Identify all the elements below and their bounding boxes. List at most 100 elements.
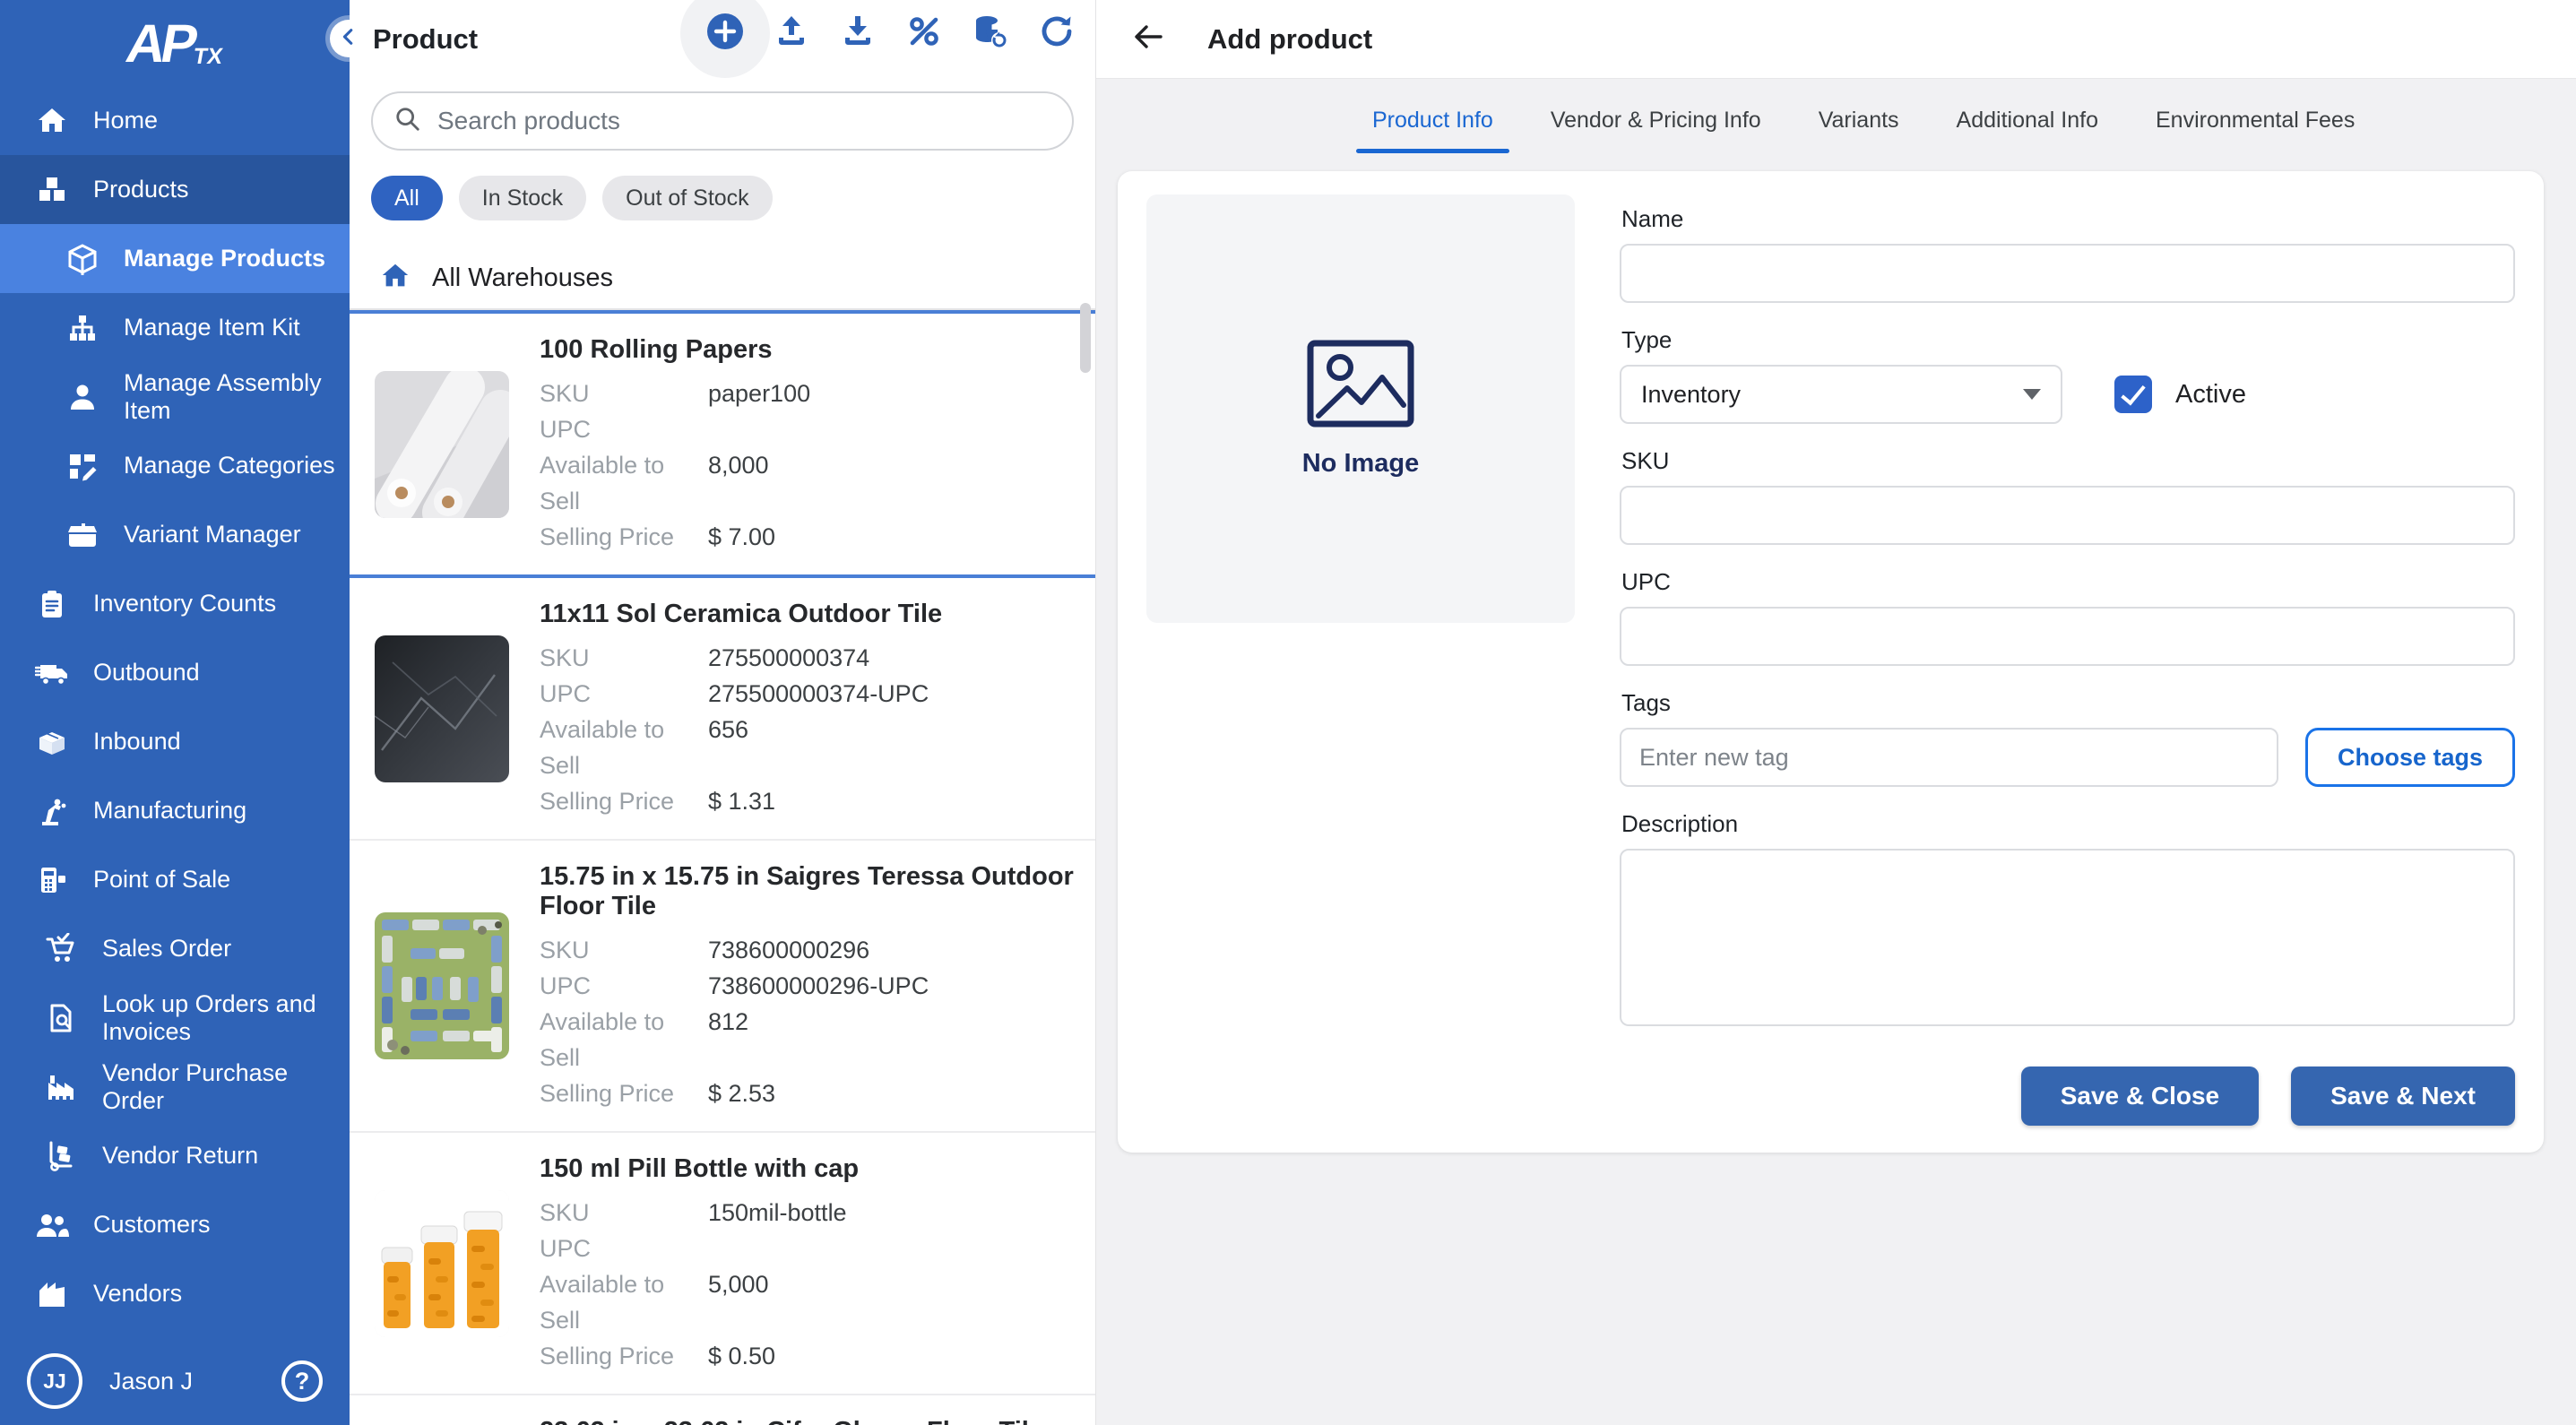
sidebar-collapse-button[interactable] (330, 20, 367, 57)
person-icon (65, 380, 100, 414)
product-card[interactable]: 23.62 in x 23.62 in Cifre Glossy Floor T… (350, 1395, 1095, 1425)
product-card[interactable]: 100 Rolling Papers SKUpaper100 UPC Avail… (350, 310, 1095, 578)
refresh-button[interactable] (1038, 14, 1076, 52)
sidebar-item-manage-assembly-item[interactable]: Manage Assembly Item (0, 362, 350, 431)
sidebar-item-label: Sales Order (102, 935, 244, 962)
sidebar: AP TX Home Products Manage Products Mana… (0, 0, 350, 1425)
sidebar-nav: Home Products Manage Products Manage Ite… (0, 86, 350, 1337)
sidebar-item-sales-order[interactable]: Sales Order (0, 914, 350, 983)
tab-additional-info[interactable]: Additional Info (1955, 100, 2100, 153)
sidebar-item-variant-manager[interactable]: Variant Manager (0, 500, 350, 569)
product-image-placeholder[interactable]: No Image (1146, 194, 1575, 623)
detail-header: Add product (1096, 0, 2576, 79)
available-value: 5,000 (708, 1266, 769, 1338)
list-scrollbar[interactable] (1080, 303, 1091, 373)
stock-filters: All In Stock Out of Stock (371, 176, 1074, 220)
choose-tags-button[interactable]: Choose tags (2305, 728, 2515, 787)
document-search-icon (43, 1001, 79, 1035)
avatar[interactable]: JJ (27, 1353, 82, 1409)
tab-product-info[interactable]: Product Info (1370, 100, 1495, 153)
detail-tabs: Product Info Vendor & Pricing Info Varia… (1370, 100, 2576, 153)
sidebar-item-vendor-purchase-order[interactable]: Vendor Purchase Order (0, 1052, 350, 1121)
sidebar-item-vendors[interactable]: Vendors (0, 1259, 350, 1328)
factory-icon (43, 1070, 79, 1104)
sidebar-item-inbound[interactable]: Inbound (0, 707, 350, 776)
sidebar-item-manage-products[interactable]: Manage Products (0, 224, 350, 293)
upc-label: UPC (540, 411, 708, 447)
sidebar-item-vendor-return[interactable]: Vendor Return (0, 1121, 350, 1190)
sidebar-item-label: Outbound (93, 659, 212, 686)
product-name: 15.75 in x 15.75 in Saigres Teressa Outd… (540, 862, 1077, 921)
no-image-label: No Image (1302, 449, 1420, 479)
sidebar-item-label: Home (93, 107, 170, 134)
product-card[interactable]: 15.75 in x 15.75 in Saigres Teressa Outd… (350, 841, 1095, 1133)
description-field[interactable] (1620, 849, 2515, 1026)
clipboard-icon (34, 587, 70, 621)
sidebar-item-products[interactable]: Products (0, 155, 350, 224)
sidebar-item-label: Look up Orders and Invoices (102, 990, 350, 1044)
available-value: 812 (708, 1004, 748, 1075)
app-logo: AP TX (0, 0, 350, 86)
home-icon (380, 261, 411, 296)
sidebar-item-manufacturing[interactable]: Manufacturing (0, 776, 350, 845)
sidebar-item-inventory-counts[interactable]: Inventory Counts (0, 569, 350, 638)
warehouse-icon (34, 1277, 70, 1311)
product-thumbnail (375, 1190, 509, 1337)
price-value: $ 2.53 (708, 1075, 775, 1111)
sync-database-button[interactable] (972, 14, 1009, 52)
sidebar-item-manage-item-kit[interactable]: Manage Item Kit (0, 293, 350, 362)
cart-check-icon (43, 932, 79, 966)
chevron-left-icon (339, 27, 359, 51)
tags-label: Tags (1621, 689, 2515, 717)
filter-in-stock[interactable]: In Stock (459, 176, 586, 220)
name-field[interactable] (1620, 244, 2515, 303)
save-next-button[interactable]: Save & Next (2291, 1067, 2515, 1126)
product-name: 23.62 in x 23.62 in Cifre Glossy Floor T… (540, 1417, 1043, 1425)
active-checkbox[interactable] (2114, 376, 2152, 413)
save-close-button[interactable]: Save & Close (2021, 1067, 2259, 1126)
sidebar-item-label: Customers (93, 1211, 223, 1238)
sidebar-item-home[interactable]: Home (0, 86, 350, 155)
sidebar-item-label: Point of Sale (93, 866, 243, 893)
sidebar-item-label: Manage Assembly Item (124, 369, 350, 423)
upc-field[interactable] (1620, 607, 2515, 666)
logo-sub-text: TX (191, 44, 224, 70)
search-bar (371, 91, 1074, 151)
tab-environmental-fees[interactable]: Environmental Fees (2154, 100, 2356, 153)
filter-out-of-stock[interactable]: Out of Stock (602, 176, 773, 220)
back-button[interactable] (1132, 21, 1164, 57)
price-value: $ 7.00 (708, 519, 775, 555)
tag-input[interactable] (1620, 728, 2278, 787)
percent-icon (907, 14, 941, 53)
sku-value: 150mil-bottle (708, 1195, 847, 1231)
help-icon[interactable]: ? (281, 1360, 323, 1402)
sidebar-item-label: Manage Categories (124, 452, 348, 479)
name-label: Name (1621, 205, 2515, 233)
sidebar-item-point-of-sale[interactable]: Point of Sale (0, 845, 350, 914)
sidebar-item-lookup-orders-invoices[interactable]: Look up Orders and Invoices (0, 983, 350, 1052)
sku-label: SKU (540, 376, 708, 411)
import-button[interactable] (773, 14, 810, 52)
add-product-button[interactable] (706, 14, 744, 52)
refresh-icon (1039, 13, 1075, 54)
product-card[interactable]: 150 ml Pill Bottle with cap SKU150mil-bo… (350, 1133, 1095, 1395)
tab-variants[interactable]: Variants (1817, 100, 1901, 153)
tab-vendor-pricing-info[interactable]: Vendor & Pricing Info (1549, 100, 1763, 153)
sidebar-item-label: Vendor Purchase Order (102, 1059, 350, 1113)
search-input[interactable] (436, 106, 1050, 136)
price-label: Selling Price (540, 1075, 708, 1111)
download-icon (840, 13, 876, 54)
sidebar-item-outbound[interactable]: Outbound (0, 638, 350, 707)
upc-label: UPC (540, 1231, 708, 1266)
product-card[interactable]: 11x11 Sol Ceramica Outdoor Tile SKU27550… (350, 578, 1095, 841)
type-label: Type (1621, 326, 2515, 354)
available-label: Available to Sell (540, 712, 708, 783)
discount-button[interactable] (905, 14, 943, 52)
sidebar-item-customers[interactable]: Customers (0, 1190, 350, 1259)
filter-all[interactable]: All (371, 176, 443, 220)
sidebar-item-manage-categories[interactable]: Manage Categories (0, 431, 350, 500)
export-button[interactable] (839, 14, 877, 52)
type-select[interactable]: Inventory (1620, 365, 2062, 424)
warehouse-selector[interactable]: All Warehouses (350, 253, 1095, 303)
sku-field[interactable] (1620, 486, 2515, 545)
